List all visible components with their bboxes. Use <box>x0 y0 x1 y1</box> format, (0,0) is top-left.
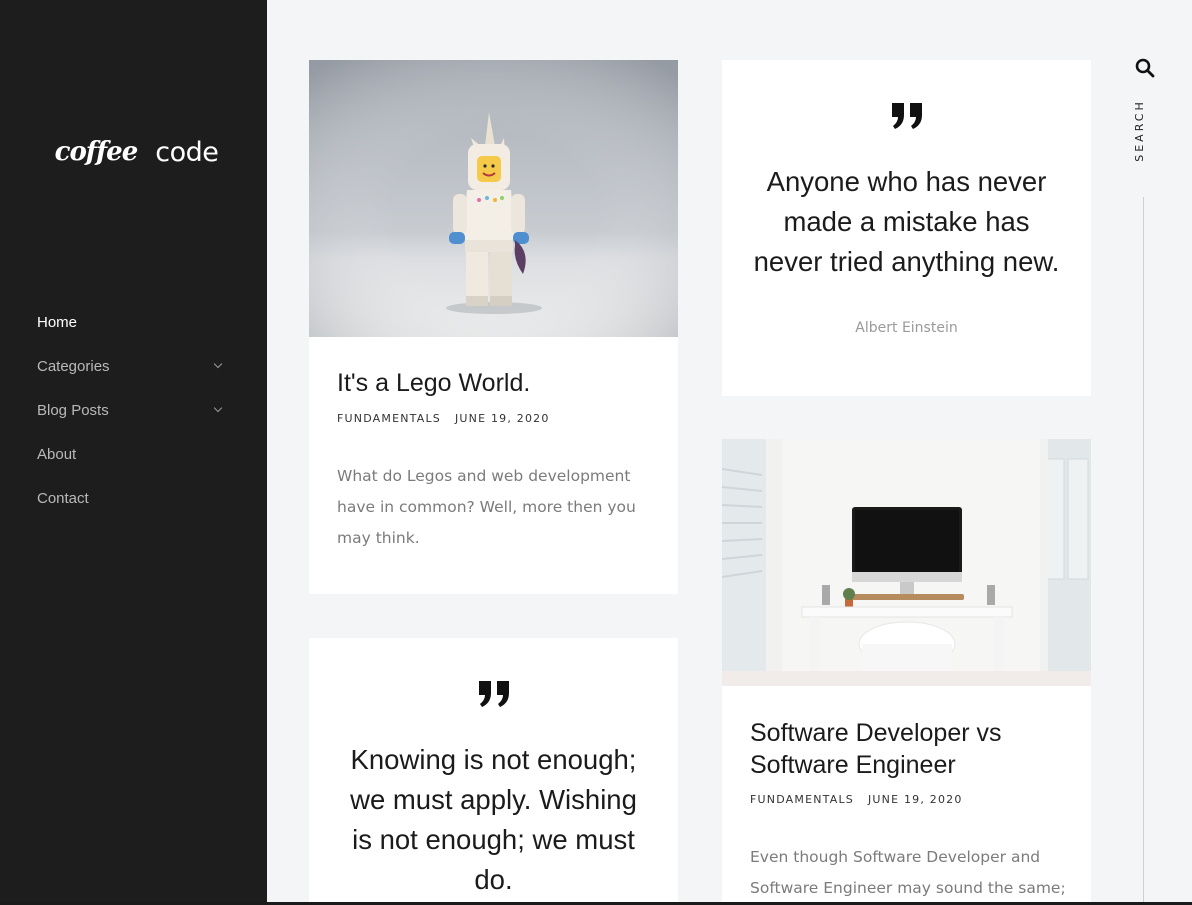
search-icon[interactable] <box>1135 58 1155 78</box>
search-label: SEARCH <box>1132 98 1146 162</box>
nav-item-blog-posts[interactable]: Blog Posts <box>37 388 227 432</box>
nav-item-label: About <box>37 445 77 463</box>
logo-word-coffee: coffee <box>54 137 139 167</box>
chevron-down-icon[interactable] <box>213 403 223 413</box>
logo-word-code: code <box>155 136 219 168</box>
nav-item-label: Contact <box>37 489 89 507</box>
nav-item-contact[interactable]: Contact <box>37 476 227 520</box>
quote-card: Knowing is not enough; we must apply. Wi… <box>309 638 678 905</box>
post-excerpt: Even though Software Developer and Softw… <box>750 848 1066 897</box>
rail-divider <box>1143 197 1144 905</box>
quote-icon <box>478 681 509 707</box>
nav-item-home[interactable]: Home <box>37 300 227 344</box>
post-card: Software Developer vs Software Engineer … <box>722 439 1091 905</box>
post-date[interactable]: JUNE 19, 2020 <box>455 412 550 425</box>
sidebar: coffee code Home Categories Blog Posts A… <box>0 0 267 905</box>
quote-text: Anyone who has never made a mistake has … <box>753 166 1060 277</box>
post-category[interactable]: FUNDAMENTALS <box>750 793 854 806</box>
quote-card: Anyone who has never made a mistake has … <box>722 60 1091 396</box>
nav-item-label: Categories <box>37 357 110 375</box>
quote-icon <box>891 103 922 129</box>
post-image-desk[interactable] <box>722 439 1091 686</box>
post-category[interactable]: FUNDAMENTALS <box>337 412 441 425</box>
post-card: It's a Lego World. FUNDAMENTALS JUNE 19,… <box>309 60 678 594</box>
post-title[interactable]: It's a Lego World. <box>337 367 657 399</box>
chevron-down-icon[interactable] <box>213 359 223 369</box>
post-image-lego[interactable] <box>309 60 678 337</box>
nav-item-label: Home <box>37 313 78 331</box>
nav-item-label: Blog Posts <box>37 401 109 419</box>
quote-author: Albert Einstein <box>855 320 958 336</box>
post-date[interactable]: JUNE 19, 2020 <box>868 793 963 806</box>
post-meta: FUNDAMENTALS JUNE 19, 2020 <box>750 793 963 806</box>
post-title[interactable]: Software Developer vs Software Engineer <box>750 717 1070 781</box>
post-meta: FUNDAMENTALS JUNE 19, 2020 <box>337 412 550 425</box>
quote-text: Knowing is not enough; we must apply. Wi… <box>350 744 637 895</box>
nav-item-about[interactable]: About <box>37 432 227 476</box>
site-logo[interactable]: coffee code <box>55 128 219 176</box>
main-nav: Home Categories Blog Posts About Contact <box>37 300 227 520</box>
search-toggle[interactable]: SEARCH <box>1131 95 1147 165</box>
post-excerpt: What do Legos and web development have i… <box>337 467 636 547</box>
nav-item-categories[interactable]: Categories <box>37 344 227 388</box>
